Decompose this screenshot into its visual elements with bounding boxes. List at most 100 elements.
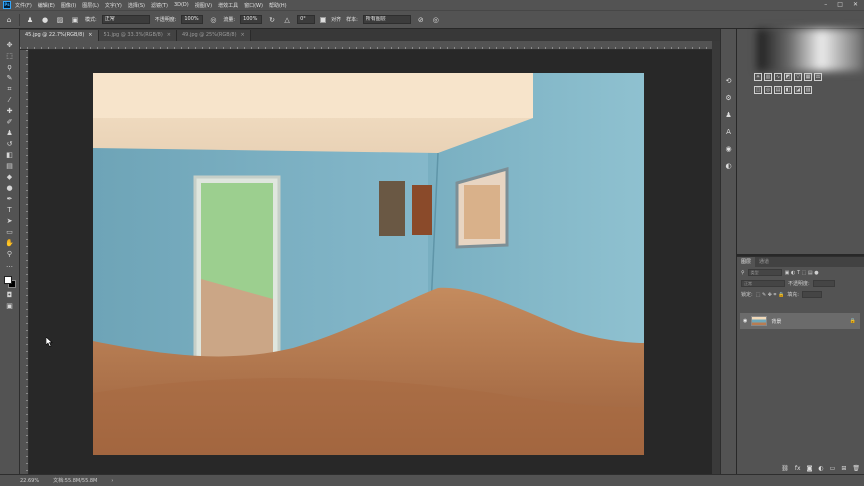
- menu-type[interactable]: 文字(Y): [105, 2, 122, 9]
- brush-settings-icon[interactable]: ⚙: [724, 93, 734, 103]
- healing-icon[interactable]: ✚: [4, 107, 16, 116]
- filter-icons[interactable]: ▣ ◐ T ⬚ ▤ ●: [785, 270, 819, 276]
- quick-mask-icon[interactable]: ◘: [4, 291, 16, 300]
- balance-icon[interactable]: ⚖: [814, 73, 822, 81]
- link-icon[interactable]: ⛓: [781, 465, 789, 472]
- menu-layer[interactable]: 图层(L): [82, 2, 99, 9]
- tab-channels[interactable]: 通道: [755, 257, 773, 267]
- airbrush-icon[interactable]: ↻: [267, 15, 277, 25]
- mask-icon[interactable]: ◙: [807, 465, 813, 472]
- menu-help[interactable]: 帮助(H): [269, 2, 287, 9]
- path-select-icon[interactable]: ➤: [4, 217, 16, 226]
- tab-layers[interactable]: 图层: [737, 257, 756, 267]
- screen-mode-icon[interactable]: ▣: [4, 302, 16, 311]
- close-icon[interactable]: ×: [167, 32, 171, 38]
- quick-select-icon[interactable]: ✎: [4, 74, 16, 83]
- close-icon[interactable]: ×: [88, 32, 92, 38]
- lock-icon[interactable]: 🔒: [850, 318, 856, 324]
- blur-icon[interactable]: ◆: [4, 173, 16, 182]
- menu-3d[interactable]: 3D(D): [174, 2, 189, 8]
- eyedropper-icon[interactable]: ⁄: [4, 96, 16, 105]
- marquee-icon[interactable]: ⬚: [4, 52, 16, 61]
- brush-settings-icon[interactable]: ▨: [55, 15, 65, 25]
- more-icon[interactable]: …: [4, 261, 16, 270]
- eye-icon[interactable]: ◉: [743, 318, 747, 324]
- clone-source-icon[interactable]: ♟: [724, 110, 734, 120]
- minimize-button[interactable]: –: [824, 1, 827, 8]
- mode-select[interactable]: 正常: [101, 15, 150, 24]
- pressure-opacity-icon[interactable]: ◎: [208, 15, 218, 25]
- brightness-icon[interactable]: ☀: [754, 73, 762, 81]
- close-button[interactable]: ✕: [853, 1, 858, 8]
- angle-field[interactable]: 0°: [297, 15, 316, 24]
- align-checkbox[interactable]: [320, 16, 327, 23]
- document-image[interactable]: [93, 73, 644, 455]
- pen-icon[interactable]: ✒: [4, 195, 16, 204]
- opacity-field[interactable]: [812, 280, 835, 287]
- ignore-adjustment-icon[interactable]: ⊘: [416, 15, 426, 25]
- clone-source-icon[interactable]: ▣: [70, 15, 80, 25]
- maximize-button[interactable]: □: [837, 1, 843, 8]
- lasso-icon[interactable]: ϙ: [4, 63, 16, 72]
- channel-mixer-icon[interactable]: ◎: [764, 86, 772, 94]
- tab-49[interactable]: 49.jpg @ 25%(RGB/8) ×: [177, 30, 251, 41]
- history-brush-icon[interactable]: ↺: [4, 140, 16, 149]
- photo-filter-icon[interactable]: ◫: [754, 86, 762, 94]
- layer-background[interactable]: ◉ 背景 🔒: [740, 313, 860, 329]
- menu-file[interactable]: 文件(F): [15, 2, 32, 9]
- close-icon[interactable]: ×: [241, 32, 245, 38]
- invert-icon[interactable]: ◧: [784, 86, 792, 94]
- shape-icon[interactable]: ▭: [4, 228, 16, 237]
- menu-image[interactable]: 图像(I): [61, 2, 76, 9]
- vertical-ruler[interactable]: [20, 50, 29, 474]
- vibrance-icon[interactable]: ▽: [794, 73, 802, 81]
- zoom-level[interactable]: 22.69%: [20, 478, 39, 484]
- type-icon[interactable]: T: [4, 206, 16, 215]
- menu-filter[interactable]: 滤镜(T): [151, 2, 168, 9]
- color-swatches[interactable]: [3, 275, 17, 289]
- pressure-size-icon[interactable]: ◎: [431, 15, 441, 25]
- adjustments-icon[interactable]: ◐: [724, 161, 734, 171]
- fx-icon[interactable]: fx: [795, 465, 801, 472]
- blend-mode-select[interactable]: 正常: [741, 280, 785, 287]
- adjustment-layer-icon[interactable]: ◐: [818, 465, 823, 472]
- properties-icon[interactable]: ◉: [724, 144, 734, 154]
- vertical-scrollbar[interactable]: [712, 41, 720, 474]
- menu-edit[interactable]: 编辑(E): [38, 2, 55, 9]
- hand-icon[interactable]: ✋: [4, 239, 16, 248]
- character-icon[interactable]: A: [724, 127, 734, 137]
- lookup-icon[interactable]: ▤: [774, 86, 782, 94]
- crop-icon[interactable]: ⌗: [4, 85, 16, 94]
- foreground-color-swatch[interactable]: [3, 276, 12, 284]
- clone-stamp-icon[interactable]: ♟: [25, 15, 35, 25]
- dodge-icon[interactable]: ●: [4, 184, 16, 193]
- chevron-right-icon[interactable]: ›: [111, 478, 113, 484]
- brush-icon[interactable]: ✐: [4, 118, 16, 127]
- lock-icons[interactable]: ⬚ ✎ ✥ ⌗ 🔒: [756, 292, 785, 298]
- menu-plugins[interactable]: 增效工具: [218, 2, 238, 9]
- eraser-icon[interactable]: ◧: [4, 151, 16, 160]
- levels-icon[interactable]: ▥: [764, 73, 772, 81]
- history-icon[interactable]: ⟲: [724, 76, 734, 86]
- exposure-icon[interactable]: ◩: [784, 73, 792, 81]
- posterize-icon[interactable]: ◪: [794, 86, 802, 94]
- zoom-icon[interactable]: ⚲: [4, 250, 16, 259]
- home-icon[interactable]: ⌂: [4, 15, 14, 25]
- menu-select[interactable]: 选择(S): [128, 2, 145, 9]
- tab-51[interactable]: 51.jpg @ 33.3%(RGB/8) ×: [98, 30, 177, 41]
- menu-view[interactable]: 视图(V): [195, 2, 212, 9]
- curves-icon[interactable]: ∿: [774, 73, 782, 81]
- trash-icon[interactable]: 🗑: [852, 465, 860, 472]
- tab-45[interactable]: 45.jpg @ 22.7%(RGB/8) ×: [20, 30, 99, 41]
- group-icon[interactable]: ▭: [830, 465, 836, 472]
- move-icon[interactable]: ✥: [4, 41, 16, 50]
- layer-kind-select[interactable]: 类型: [747, 269, 782, 276]
- new-layer-icon[interactable]: ⊞: [841, 465, 846, 472]
- menu-window[interactable]: 窗口(W): [244, 2, 263, 9]
- fill-field[interactable]: [801, 291, 822, 298]
- sample-select[interactable]: 所有图层: [362, 15, 411, 24]
- opacity-field[interactable]: 100%: [181, 15, 204, 24]
- gradient-icon[interactable]: ▤: [4, 162, 16, 171]
- clone-stamp-icon[interactable]: ♟: [4, 129, 16, 138]
- brush-preset-icon[interactable]: ●: [40, 15, 50, 25]
